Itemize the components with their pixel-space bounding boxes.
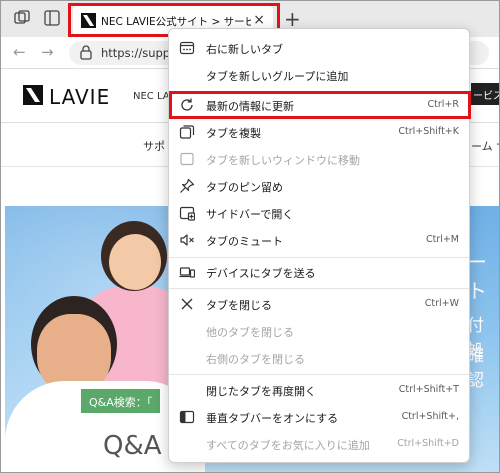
qa-search-badge[interactable]: Q&A検索：「 (81, 389, 161, 413)
menu-item-send-to-device[interactable]: デバイスにタブを送る (169, 259, 469, 285)
menu-item-label: 右に新しいタブ (206, 43, 283, 56)
menu-item-label: 閉じたタブを再度開く (206, 385, 316, 398)
send-device-icon (179, 264, 196, 280)
browser-window: NEC LAVIE公式サイト > サービス＆サ × + ← → https://… (0, 0, 500, 473)
menu-item-shortcut: Ctrl+Shift+, (401, 411, 459, 422)
menu-item-label: タブを複製 (206, 127, 261, 140)
menu-item-label: タブのミュート (206, 235, 283, 248)
menu-item-add-to-group[interactable]: タブを新しいグループに追加 (169, 62, 469, 88)
menu-item-label: デバイスにタブを送る (206, 267, 316, 280)
menu-item-label: 垂直タブバーをオンにする (206, 412, 339, 425)
workspaces-icon[interactable] (13, 9, 31, 27)
tab-actions-icon[interactable] (43, 9, 61, 27)
menu-item-label: タブを新しいウィンドウに移動 (206, 154, 360, 167)
menu-item-label: 他のタブを閉じる (206, 326, 294, 339)
vertical-tabs-icon (179, 409, 195, 425)
qa-card: Q&A (81, 413, 177, 472)
new-tab-right-icon (179, 40, 195, 56)
site-logo-text[interactable]: LAVIE (49, 85, 110, 109)
menu-item-reopen-closed-tab[interactable]: 閉じたタブを再度開く Ctrl+Shift+T (169, 377, 469, 403)
menu-item-close-right-tabs[interactable]: 右側のタブを閉じる (169, 345, 469, 371)
move-window-icon (179, 151, 195, 167)
close-icon (179, 296, 195, 312)
menu-item-close-other-tabs[interactable]: 他のタブを閉じる (169, 318, 469, 344)
menu-item-mute-tab[interactable]: タブのミュート Ctrl+M (169, 227, 469, 253)
back-icon[interactable]: ← (13, 43, 26, 61)
lavie-logo-icon[interactable] (23, 85, 43, 105)
menu-item-shortcut: Ctrl+Shift+T (398, 384, 459, 395)
menu-item-shortcut: Ctrl+Shift+K (398, 126, 459, 137)
menu-separator (169, 288, 469, 289)
menu-item-duplicate-tab[interactable]: タブを複製 Ctrl+Shift+K (169, 119, 469, 145)
tab-context-menu: 右に新しいタブ タブを新しいグループに追加 最新の情報に更新 Ctrl+R タブ… (168, 28, 471, 463)
mute-icon (179, 232, 195, 248)
menu-separator (169, 257, 469, 258)
menu-item-pin-tab[interactable]: タブのピン留め (169, 173, 469, 199)
menu-item-move-to-window[interactable]: タブを新しいウィンドウに移動 (169, 146, 469, 172)
child-face (109, 234, 161, 290)
menu-item-open-sidebar[interactable]: サイドバーで開く (169, 200, 469, 226)
menu-item-shortcut: Ctrl+W (424, 298, 459, 309)
menu-separator (169, 374, 469, 375)
qa-heading: Q&A (103, 431, 162, 461)
menu-item-label: タブを閉じる (206, 299, 272, 312)
duplicate-icon (179, 124, 195, 140)
forward-icon[interactable]: → (41, 43, 54, 61)
menu-item-new-tab-right[interactable]: 右に新しいタブ (169, 35, 469, 61)
menu-item-label: タブのピン留め (206, 181, 283, 194)
menu-item-vertical-tabs[interactable]: 垂直タブバーをオンにする Ctrl+Shift+, (169, 404, 469, 430)
menu-item-favorite-all-tabs[interactable]: すべてのタブをお気に入りに追加 Ctrl+Shift+D (169, 431, 469, 457)
sidebar-icon (179, 205, 196, 221)
menu-item-label: サイドバーで開く (206, 208, 294, 221)
menu-item-shortcut: Ctrl+Shift+D (397, 438, 459, 449)
pin-icon (179, 178, 195, 194)
lock-icon (79, 44, 93, 60)
subnav-item-support[interactable]: サポ (143, 138, 165, 154)
menu-item-shortcut: Ctrl+M (425, 234, 459, 245)
nec-brand-text: NEC LA (133, 91, 170, 102)
refresh-highlight-box (169, 91, 471, 119)
menu-item-label: タブを新しいグループに追加 (206, 70, 349, 83)
menu-item-close-tab[interactable]: タブを閉じる Ctrl+W (169, 291, 469, 317)
subnav-item-home[interactable]: ーム サ (471, 138, 499, 154)
service-menu-button[interactable]: ービス (471, 83, 499, 105)
hero-heading-fragment: ート (467, 250, 487, 303)
menu-item-label: 右側のタブを閉じる (206, 353, 305, 366)
menu-item-label: すべてのタブをお気に入りに追加 (206, 439, 370, 452)
url-text: https://suppo (101, 46, 178, 60)
hero-text-fragment-2: 確認 (467, 346, 484, 391)
